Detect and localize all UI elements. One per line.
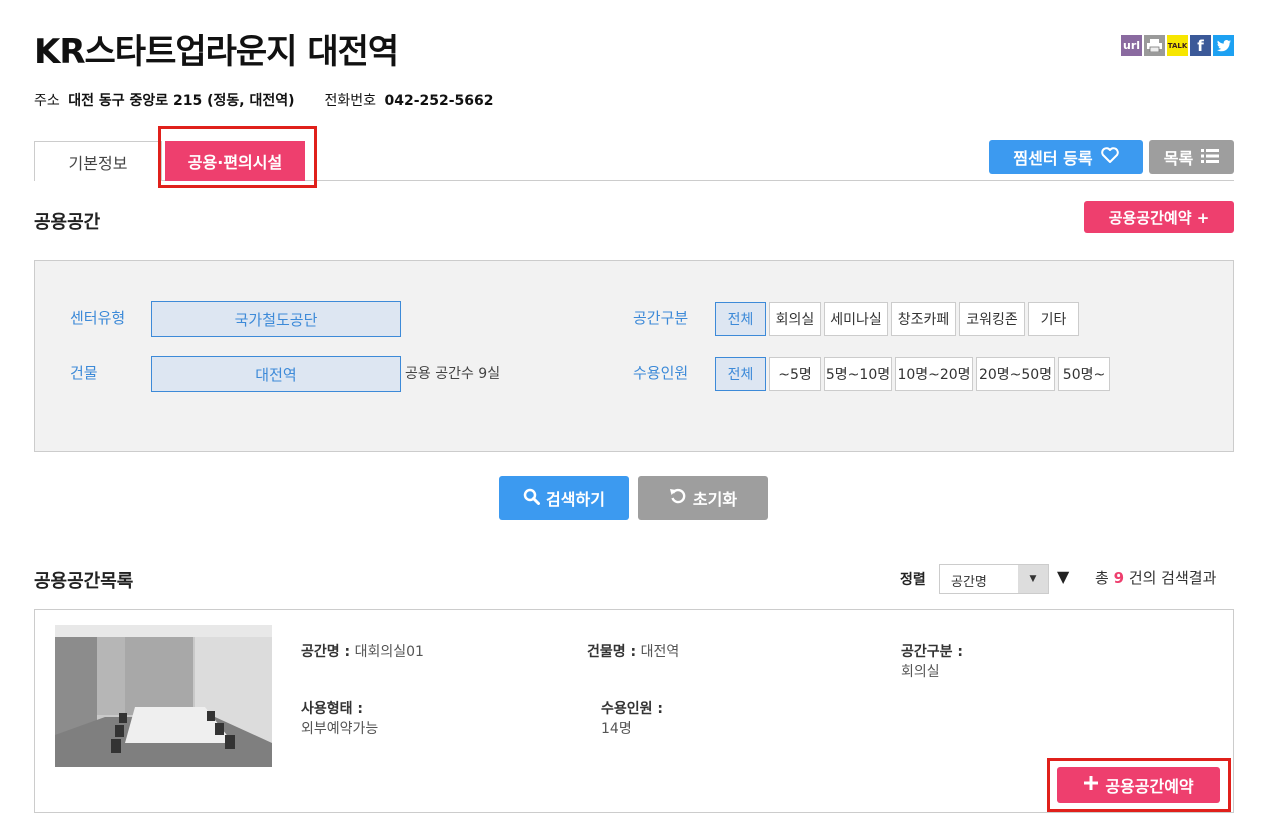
share-bar: url TALK f bbox=[1121, 35, 1234, 56]
address-row: 주소 대전 동구 중앙로 215 (정동, 대전역) bbox=[34, 90, 295, 110]
result-suffix: 건의 검색결과 bbox=[1128, 569, 1217, 587]
search-button[interactable]: 검색하기 bbox=[499, 476, 629, 520]
building-label: 건물 bbox=[70, 364, 98, 382]
usage-value: 외부예약가능 bbox=[301, 721, 379, 737]
space-name-label: 공간명 : bbox=[301, 644, 351, 660]
space-thumbnail[interactable] bbox=[55, 625, 272, 767]
result-prefix: 총 bbox=[1095, 569, 1109, 587]
favorite-center-button[interactable]: 찜센터 등록 bbox=[989, 140, 1143, 174]
space-type-chip-cafe[interactable]: 창조카페 bbox=[891, 302, 956, 336]
reset-button[interactable]: 초기화 bbox=[638, 476, 768, 520]
capacity-chip-all[interactable]: 전체 bbox=[715, 357, 766, 391]
space-type-chip-meeting[interactable]: 회의실 bbox=[769, 302, 821, 336]
space-type-label: 공간구분 bbox=[633, 309, 689, 327]
tab-basic-info[interactable]: 기본정보 bbox=[34, 141, 162, 181]
result-number: 9 bbox=[1113, 569, 1125, 587]
search-button-label: 검색하기 bbox=[546, 490, 605, 509]
center-type-label: 센터유형 bbox=[70, 309, 126, 327]
list-button[interactable]: 목록 bbox=[1149, 140, 1234, 174]
reset-icon bbox=[669, 487, 687, 509]
page-title: KR스타트업라운지 대전역 bbox=[34, 32, 399, 72]
capacity-chip-20-50[interactable]: 20명~50명 bbox=[976, 357, 1055, 391]
capacity-field: 수용인원 : 14명 bbox=[601, 699, 663, 739]
space-type-chip-other[interactable]: 기타 bbox=[1028, 302, 1079, 336]
capacity-field-value: 14명 bbox=[601, 721, 632, 737]
twitter-icon[interactable] bbox=[1213, 35, 1234, 56]
sort-select[interactable]: 공간명 ▼ bbox=[939, 564, 1049, 594]
building-name-label: 건물명 : bbox=[587, 644, 637, 660]
usage-label: 사용형태 : bbox=[301, 701, 363, 717]
capacity-chip-5-10[interactable]: 5명~10명 bbox=[824, 357, 892, 391]
url-share-icon[interactable]: url bbox=[1121, 35, 1142, 56]
phone-row: 전화번호 042-252-5662 bbox=[325, 90, 494, 110]
dropdown-arrow-icon: ▼ bbox=[1018, 565, 1048, 593]
building-name-field: 건물명 : 대전역 bbox=[587, 642, 679, 662]
reset-button-label: 초기화 bbox=[692, 490, 738, 509]
result-count: 총 9 건의 검색결과 bbox=[1095, 567, 1216, 588]
address-value: 대전 동구 중앙로 215 (정동, 대전역) bbox=[68, 93, 295, 109]
space-type-chip-seminar[interactable]: 세미나실 bbox=[824, 302, 888, 336]
sort-direction-icon[interactable]: ▼ bbox=[1057, 567, 1069, 586]
address-label: 주소 bbox=[34, 93, 60, 109]
filter-panel: 센터유형 국가철도공단 건물 대전역 공용 공간수 9실 공간구분 전체 회의실… bbox=[34, 260, 1234, 452]
capacity-chip-50[interactable]: 50명~ bbox=[1058, 357, 1110, 391]
space-type-chip-all[interactable]: 전체 bbox=[715, 302, 766, 336]
building-name-value: 대전역 bbox=[640, 644, 680, 660]
sort-select-value: 공간명 bbox=[951, 575, 987, 590]
phone-value: 042-252-5662 bbox=[384, 93, 494, 109]
capacity-chip-10-20[interactable]: 10명~20명 bbox=[895, 357, 973, 391]
heart-icon bbox=[1100, 147, 1119, 167]
space-type-field: 공간구분 : 회의실 bbox=[901, 642, 963, 682]
capacity-label: 수용인원 bbox=[633, 364, 689, 382]
search-icon bbox=[523, 488, 541, 509]
section-title-space-list: 공용공간목록 bbox=[34, 571, 134, 592]
kakaotalk-icon[interactable]: TALK bbox=[1167, 35, 1188, 56]
favorite-button-label: 찜센터 등록 bbox=[1013, 149, 1093, 168]
building-select[interactable]: 대전역 bbox=[151, 356, 401, 392]
space-type-chip-coworking[interactable]: 코워킹존 bbox=[959, 302, 1025, 336]
space-count: 공용 공간수 9실 bbox=[405, 366, 501, 382]
space-name-value: 대회의실01 bbox=[354, 644, 424, 660]
center-info: 주소 대전 동구 중앙로 215 (정동, 대전역) 전화번호 042-252-… bbox=[34, 90, 494, 110]
section-title-common-space: 공용공간 bbox=[34, 212, 101, 233]
list-icon bbox=[1201, 148, 1220, 167]
usage-field: 사용형태 : 외부예약가능 bbox=[301, 699, 378, 739]
center-type-select[interactable]: 국가철도공단 bbox=[151, 301, 401, 337]
print-icon[interactable] bbox=[1144, 35, 1165, 56]
space-type-field-label: 공간구분 : bbox=[901, 644, 963, 660]
facebook-icon[interactable]: f bbox=[1190, 35, 1211, 56]
phone-label: 전화번호 bbox=[324, 93, 377, 109]
highlight-box-reserve bbox=[1047, 758, 1231, 812]
capacity-field-label: 수용인원 : bbox=[601, 701, 663, 717]
capacity-chip-5[interactable]: ~5명 bbox=[769, 357, 821, 391]
list-button-label: 목록 bbox=[1163, 149, 1194, 168]
space-type-field-value: 회의실 bbox=[901, 664, 940, 680]
reserve-space-top-button[interactable]: 공용공간예약 + bbox=[1084, 201, 1234, 233]
highlight-box-tab bbox=[158, 126, 317, 188]
space-name-field: 공간명 : 대회의실01 bbox=[301, 642, 424, 662]
sort-label: 정렬 bbox=[900, 572, 926, 588]
